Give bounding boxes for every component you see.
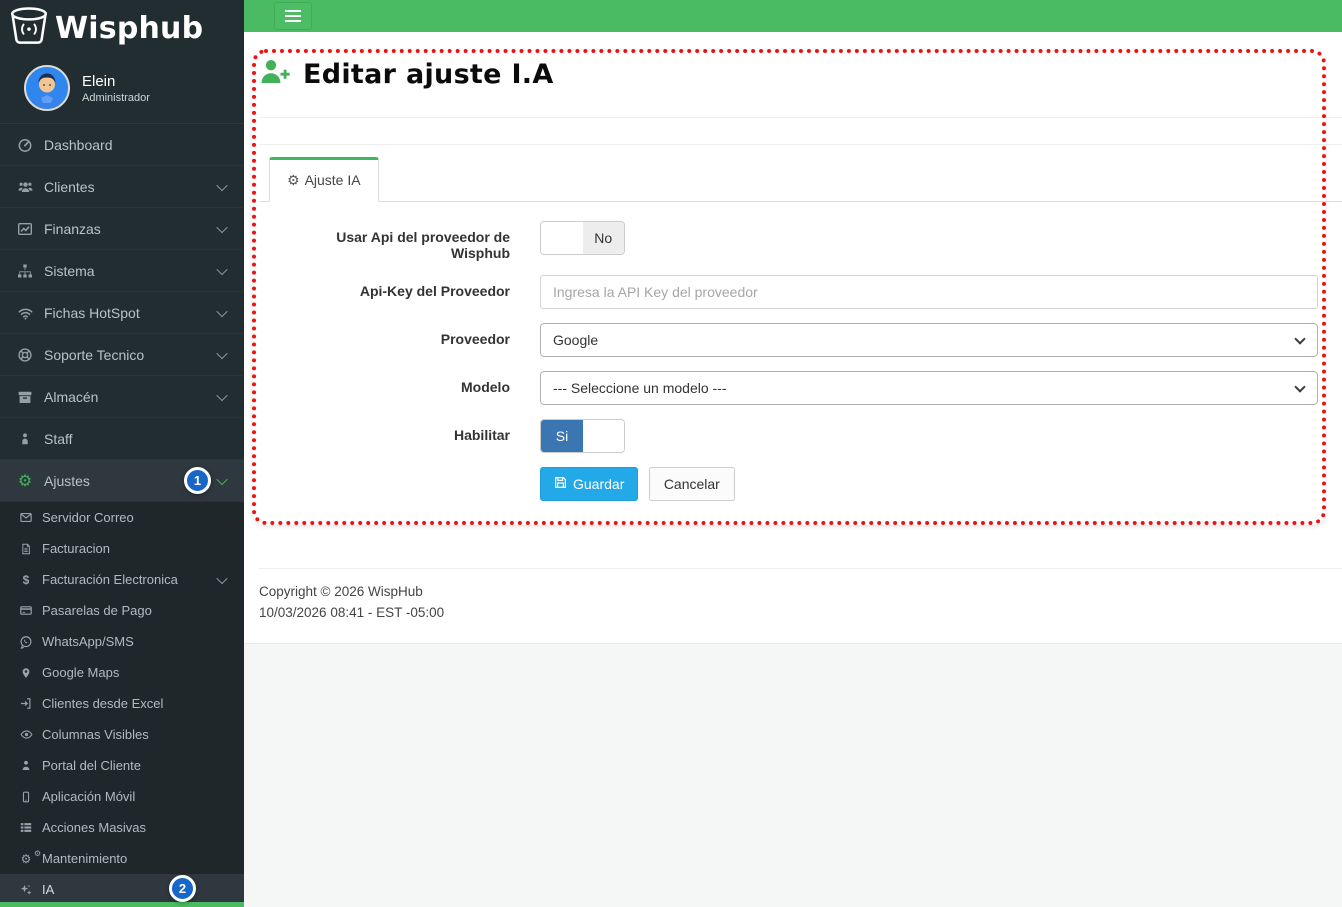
provider-label: Proveedor	[440, 331, 510, 347]
chevron-down-icon	[216, 347, 228, 359]
page-title: Editar ajuste I.A	[303, 58, 554, 90]
user-name: Elein	[82, 72, 116, 90]
chevron-down-icon	[216, 221, 228, 233]
user-panel: Elein Administrador	[0, 57, 244, 124]
use-api-toggle[interactable]: No	[540, 221, 625, 255]
annotation-step-1-badge: 1	[184, 467, 211, 494]
app-title: Wisphub	[55, 11, 204, 46]
gear-icon: ⚙	[287, 173, 300, 189]
floppy-disk-icon	[554, 476, 567, 492]
model-select[interactable]: --- Seleccione un modelo ---	[540, 371, 1318, 405]
submenu-item-pasarelas-de-pago[interactable]: Pasarelas de Pago	[0, 595, 244, 626]
gear-icon: ⚙	[17, 471, 33, 490]
chevron-down-icon	[216, 305, 228, 317]
sidebar-item-staff[interactable]: Staff	[0, 418, 244, 460]
chevron-down-icon	[216, 473, 228, 485]
app-logo[interactable]: Wisphub	[0, 0, 244, 57]
envelope-icon	[14, 511, 38, 524]
toggle-off-label: No	[582, 222, 624, 254]
submenu-item-acciones-masivas[interactable]: Acciones Masivas	[0, 812, 244, 843]
copyright-text: Copyright © 2026 WispHub	[259, 584, 423, 599]
enable-toggle[interactable]: Si	[540, 419, 625, 453]
sidebar: Wisphub Elein Administrador Dashboard Cl…	[0, 0, 244, 907]
dollar-icon: $	[22, 572, 30, 587]
wisphub-bucket-antenna-icon	[8, 5, 50, 52]
topbar	[244, 0, 1342, 32]
page-header: Editar ajuste I.A	[259, 32, 1342, 118]
footer-divider	[259, 568, 1342, 569]
toggle-on-label: Si	[541, 420, 583, 452]
tab-bar: ⚙ Ajuste IA	[259, 157, 1342, 202]
chevron-down-icon	[216, 263, 228, 275]
mobile-icon	[14, 790, 38, 804]
enable-label: Habilitar	[453, 427, 510, 443]
sidebar-menu: Dashboard Clientes Finanzas Sistema Fich…	[0, 124, 244, 502]
user-role: Administrador	[82, 91, 150, 104]
submenu-item-servidor-correo[interactable]: Servidor Correo	[0, 502, 244, 533]
api-key-input[interactable]	[540, 275, 1318, 309]
archive-box-icon	[12, 389, 38, 405]
chart-line-icon	[12, 221, 38, 237]
sitemap-icon	[12, 263, 38, 279]
users-icon	[12, 179, 38, 195]
chevron-down-icon	[216, 572, 228, 584]
submenu-item-facturacion[interactable]: Facturacion	[0, 533, 244, 564]
sign-in-icon	[14, 697, 38, 710]
divider	[259, 144, 1342, 145]
sidebar-item-finanzas[interactable]: Finanzas	[0, 208, 244, 250]
sparkles-icon	[14, 883, 38, 897]
save-button[interactable]: Guardar	[540, 467, 639, 501]
submenu-item-google-maps[interactable]: Google Maps	[0, 657, 244, 688]
tab-ajuste-ia[interactable]: ⚙ Ajuste IA	[269, 157, 379, 202]
submenu-item-whatsapp-sms[interactable]: WhatsApp/SMS	[0, 626, 244, 657]
ajuste-ia-form: Usar Api del proveedor de Wisphub No Api…	[259, 221, 1342, 501]
eye-icon	[14, 728, 38, 741]
submenu-item-facturacion-electronica[interactable]: $ Facturación Electronica	[0, 564, 244, 595]
file-text-icon	[14, 542, 38, 556]
submenu-item-portal-del-cliente[interactable]: Portal del Cliente	[0, 750, 244, 781]
submenu-item-clientes-desde-excel[interactable]: Clientes desde Excel	[0, 688, 244, 719]
sidebar-bottom-accent	[0, 902, 244, 907]
sidebar-item-sistema[interactable]: Sistema	[0, 250, 244, 292]
tachometer-icon	[12, 137, 38, 153]
whatsapp-icon	[14, 635, 38, 649]
life-ring-icon	[12, 347, 38, 363]
sidebar-item-dashboard[interactable]: Dashboard	[0, 124, 244, 166]
api-key-label: Api-Key del Proveedor	[359, 283, 510, 299]
wifi-icon	[12, 305, 38, 321]
footer: Copyright © 2026 WispHub 10/03/2026 08:4…	[259, 581, 1342, 623]
cancel-button[interactable]: Cancelar	[648, 467, 735, 501]
cogs-icon: ⚙ ⚙	[20, 848, 41, 866]
sidebar-item-clientes[interactable]: Clientes	[0, 166, 244, 208]
toggle-knob	[583, 420, 624, 452]
submenu-item-aplicacion-movil[interactable]: Aplicación Móvil	[0, 781, 244, 812]
submenu-item-mantenimiento[interactable]: ⚙ ⚙ Mantenimiento	[0, 843, 244, 874]
use-api-label: Usar Api del proveedor de Wisphub	[336, 229, 510, 261]
credit-card-icon	[14, 604, 38, 617]
ajustes-submenu: Servidor Correo Facturacion $ Facturació…	[0, 502, 244, 905]
sidebar-toggle-button[interactable]	[274, 2, 312, 30]
sidebar-item-almacen[interactable]: Almacén	[0, 376, 244, 418]
page-background-lower	[244, 643, 1342, 907]
user-icon	[14, 759, 38, 772]
provider-select[interactable]: Google	[540, 323, 1318, 357]
submenu-item-columnas-visibles[interactable]: Columnas Visibles	[0, 719, 244, 750]
sidebar-item-soporte-tecnico[interactable]: Soporte Tecnico	[0, 334, 244, 376]
map-marker-icon	[14, 666, 38, 680]
chevron-down-icon	[216, 389, 228, 401]
person-icon	[12, 431, 38, 447]
avatar	[24, 65, 70, 111]
model-label: Modelo	[461, 379, 510, 395]
sidebar-item-fichas-hotspot[interactable]: Fichas HotSpot	[0, 292, 244, 334]
hamburger-menu-icon	[285, 10, 301, 22]
main-content: Editar ajuste I.A ⚙ Ajuste IA Usar Api de…	[244, 32, 1342, 907]
timestamp-text: 10/03/2026 08:41 - EST -05:00	[259, 605, 445, 620]
chevron-down-icon	[216, 179, 228, 191]
annotation-step-2-badge: 2	[169, 875, 196, 902]
toggle-knob	[541, 222, 583, 254]
list-rows-icon	[14, 821, 38, 834]
user-plus-icon	[259, 58, 291, 90]
submenu-item-ia[interactable]: IA	[0, 874, 244, 905]
